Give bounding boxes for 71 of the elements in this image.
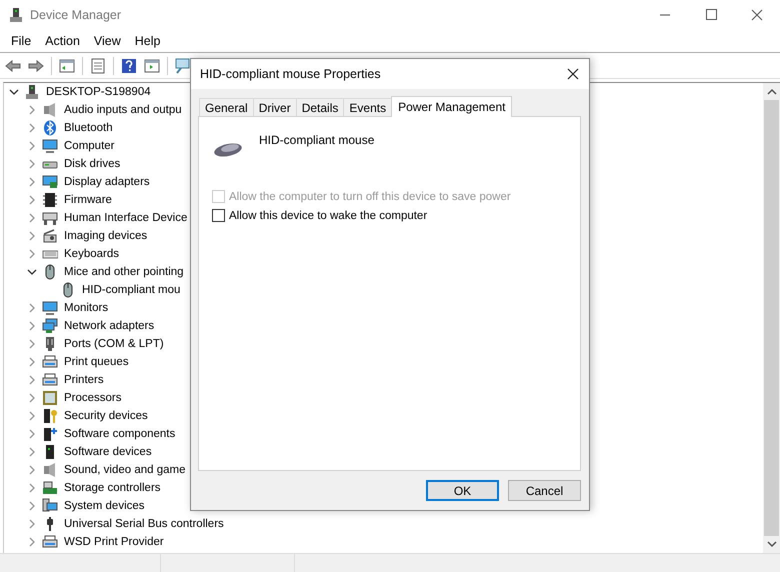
- help-icon: [121, 58, 137, 74]
- device-name: HID-compliant mouse: [259, 133, 374, 147]
- panel-icon: [59, 58, 75, 74]
- tree-item[interactable]: Print queues: [64, 356, 129, 368]
- device-icon: [42, 300, 58, 316]
- scrollbar[interactable]: [763, 83, 780, 553]
- device-icon: [42, 228, 58, 244]
- menu-item[interactable]: File: [4, 34, 38, 48]
- device-manager-icon: [8, 7, 24, 23]
- run-panel-icon: [144, 58, 160, 74]
- tree-item[interactable]: Software components: [64, 428, 176, 440]
- tree-item[interactable]: HID-compliant mou: [82, 284, 180, 296]
- device-icon: [42, 192, 58, 208]
- scan-icon: [175, 58, 191, 74]
- tree-item[interactable]: Security devices: [64, 410, 148, 422]
- tree-item[interactable]: Mice and other pointing: [64, 266, 184, 278]
- tree-item[interactable]: Human Interface Device: [64, 212, 188, 224]
- device-icon: [42, 480, 58, 496]
- device-icon: [42, 390, 58, 406]
- forward-arrow-icon: [28, 58, 44, 74]
- properties-icon: [90, 58, 106, 74]
- tree-item[interactable]: System devices: [64, 500, 145, 512]
- tree-item[interactable]: Sound, video and game: [64, 464, 186, 476]
- close-button[interactable]: [567, 68, 579, 80]
- tree-item[interactable]: DESKTOP-S198904: [46, 86, 151, 98]
- checkbox-label: Allow the computer to turn off this device to save power: [229, 190, 511, 202]
- menu-item[interactable]: View: [86, 34, 128, 48]
- device-icon: [42, 462, 58, 478]
- tree-item[interactable]: Bluetooth: [64, 122, 113, 134]
- device-icon: [42, 426, 58, 442]
- tree-item[interactable]: Firmware: [64, 194, 112, 206]
- device-icon: [42, 372, 58, 388]
- dialog-button[interactable]: Cancel: [508, 480, 581, 501]
- tree-item[interactable]: Storage controllers: [64, 482, 161, 494]
- tree-item[interactable]: Universal Serial Bus controllers: [64, 518, 224, 530]
- device-icon: [42, 318, 58, 334]
- back-arrow-icon: [5, 58, 21, 74]
- dialog-button[interactable]: OK: [426, 480, 499, 501]
- device-icon: [42, 354, 58, 370]
- tree-item[interactable]: Keyboards: [64, 248, 119, 260]
- device-icon: [42, 534, 58, 550]
- computer-icon: [24, 84, 40, 100]
- device-icon: [42, 174, 58, 190]
- tree-item[interactable]: Audio inputs and outpu: [64, 104, 182, 116]
- device-icon: [42, 498, 58, 514]
- menu-item[interactable]: Help: [128, 34, 168, 48]
- tree-item[interactable]: Imaging devices: [64, 230, 148, 242]
- menu-item[interactable]: Action: [38, 34, 87, 48]
- tree-item[interactable]: Network adapters: [64, 320, 154, 332]
- checkbox-label: Allow this device to wake the computer: [229, 210, 428, 222]
- device-icon: [42, 210, 58, 226]
- dialog-title: HID-compliant mouse Properties: [200, 67, 381, 81]
- tree-item[interactable]: Printers: [64, 374, 104, 386]
- device-icon: [42, 120, 58, 136]
- tree-item[interactable]: Display adapters: [64, 176, 150, 188]
- scroll-down-icon[interactable]: [766, 539, 776, 549]
- tab[interactable]: Power Management: [391, 96, 512, 117]
- tree-item[interactable]: Disk drives: [64, 158, 120, 170]
- scroll-up-icon[interactable]: [766, 87, 776, 97]
- device-icon: [42, 138, 58, 154]
- device-icon: [42, 102, 58, 118]
- tree-item[interactable]: Processors: [64, 392, 122, 404]
- tree-item[interactable]: Computer: [64, 140, 114, 152]
- device-icon: [42, 408, 58, 424]
- checkbox[interactable]: [212, 209, 225, 222]
- tree-item[interactable]: Ports (COM & LPT): [64, 338, 164, 350]
- tree-item[interactable]: Software devices: [64, 446, 152, 458]
- window-title: Device Manager: [30, 8, 122, 22]
- tab[interactable]: General: [199, 98, 254, 117]
- tree-item[interactable]: Monitors: [64, 302, 108, 314]
- tree-item[interactable]: WSD Print Provider: [64, 536, 164, 548]
